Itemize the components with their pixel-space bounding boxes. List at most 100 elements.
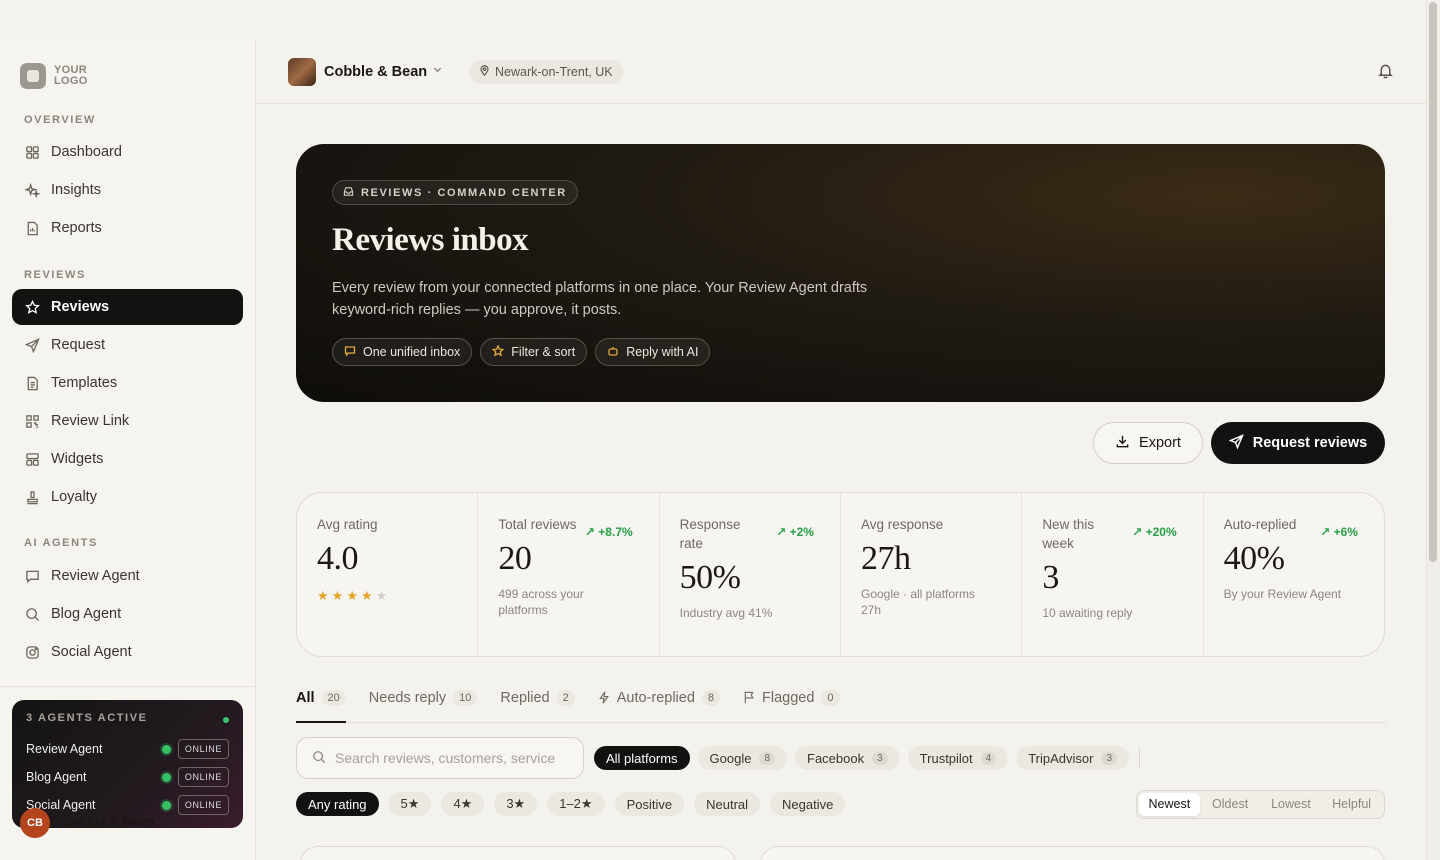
- sort-helpful[interactable]: Helpful: [1321, 793, 1382, 816]
- sidebar-item-blog-agent[interactable]: Blog Agent: [12, 596, 243, 632]
- filter-1-2-star[interactable]: 1–2★: [547, 792, 605, 816]
- scrollbar[interactable]: [1426, 0, 1440, 860]
- review-card[interactable]: [300, 846, 736, 860]
- camera-icon: [24, 644, 40, 660]
- sidebar-item-review-agent[interactable]: Review Agent: [12, 558, 243, 594]
- scrollbar-thumb[interactable]: [1429, 2, 1437, 562]
- online-dot-icon: [161, 744, 171, 754]
- widget-icon: [24, 451, 40, 467]
- request-label: Request reviews: [1252, 435, 1368, 451]
- filter-all-platforms[interactable]: All platforms: [594, 746, 690, 770]
- tab-all[interactable]: All 20: [296, 688, 346, 723]
- stat-new-this-week: New this week ↗ +20% 3 10 awaiting reply: [1022, 493, 1204, 656]
- review-card[interactable]: [760, 846, 1385, 860]
- filter-4-star[interactable]: 4★: [441, 792, 485, 816]
- stat-sub: Google · all platforms 27h: [860, 587, 976, 617]
- tab-needs-reply[interactable]: Needs reply 10: [369, 688, 478, 723]
- agents-status-card: 3 AGENTS ACTIVE Review Agent ONLINE Blog…: [12, 700, 243, 828]
- search-input[interactable]: [335, 750, 575, 766]
- filter-3-star[interactable]: 3★: [494, 792, 538, 816]
- stat-total-reviews: Total reviews ↗ +8.7% 20 499 across your…: [478, 493, 660, 656]
- tab-label: Flagged: [762, 690, 815, 706]
- pill-label: 4★: [453, 796, 473, 811]
- document-icon: [24, 375, 40, 391]
- stat-label: Avg rating: [317, 517, 378, 532]
- filter-5-star[interactable]: 5★: [388, 792, 432, 816]
- filter-any-rating[interactable]: Any rating: [296, 792, 379, 816]
- star-empty-icon: ★: [375, 588, 388, 603]
- tab-count: 2: [556, 690, 575, 706]
- filter-google[interactable]: Google 8: [697, 746, 788, 770]
- tab-count: 10: [453, 690, 478, 706]
- filter-neutral[interactable]: Neutral: [694, 792, 761, 816]
- filter-positive[interactable]: Positive: [614, 792, 685, 816]
- sidebar-item-review-link[interactable]: Review Link: [12, 403, 243, 439]
- stamp-icon: [24, 489, 40, 505]
- user-name[interactable]: Cobble & Bean: [62, 814, 154, 829]
- pill-label: TripAdvisor: [1028, 750, 1094, 766]
- chip-label: Reply with AI: [626, 345, 699, 359]
- logo[interactable]: YOUR LOGO: [20, 63, 88, 89]
- sort-newest[interactable]: Newest: [1139, 793, 1200, 816]
- online-dot-icon: [161, 800, 171, 810]
- request-reviews-button[interactable]: Request reviews: [1211, 422, 1385, 464]
- bell-icon[interactable]: [1377, 62, 1394, 84]
- business-name[interactable]: Cobble & Bean: [324, 64, 427, 80]
- stat-label: Response rate: [679, 517, 741, 551]
- sidebar-item-social-agent[interactable]: Social Agent: [12, 634, 243, 670]
- pill-count: 8: [759, 751, 776, 765]
- sidebar-item-label: Templates: [51, 375, 118, 391]
- sidebar-item-templates[interactable]: Templates: [12, 365, 243, 401]
- filter-facebook[interactable]: Facebook 3: [795, 746, 900, 770]
- agent-name: Social Agent: [26, 798, 96, 812]
- business-avatar[interactable]: [288, 58, 316, 86]
- logo-mark-icon: [20, 63, 46, 89]
- sidebar-item-insights[interactable]: Insights: [12, 172, 243, 208]
- pill-label: Negative: [782, 796, 834, 812]
- chip-label: One unified inbox: [363, 345, 461, 359]
- top-bar: Cobble & Bean Newark-on-Trent, UK: [256, 40, 1426, 104]
- sidebar: YOUR LOGO OVERVIEW Dashboard Insights Re…: [0, 40, 256, 860]
- chevron-down-icon[interactable]: [432, 64, 443, 78]
- sparkle-icon: [24, 182, 40, 198]
- stat-value: 50%: [679, 559, 741, 596]
- feature-chip-inbox[interactable]: One unified inbox: [332, 338, 473, 366]
- sidebar-item-widgets[interactable]: Widgets: [12, 441, 243, 477]
- stat-delta: ↗ +2%: [776, 525, 814, 539]
- agent-name: Blog Agent: [26, 770, 87, 784]
- sidebar-item-dashboard[interactable]: Dashboard: [12, 134, 243, 170]
- section-label-reviews: REVIEWS: [24, 269, 86, 281]
- filter-negative[interactable]: Negative: [770, 792, 846, 816]
- sort-oldest[interactable]: Oldest: [1200, 793, 1261, 816]
- sidebar-item-reviews[interactable]: Reviews: [12, 289, 243, 325]
- feature-chip-filter[interactable]: Filter & sort: [480, 338, 588, 366]
- avatar[interactable]: CB: [20, 808, 50, 838]
- sidebar-item-request[interactable]: Request: [12, 327, 243, 363]
- tab-replied[interactable]: Replied 2: [500, 688, 575, 723]
- sidebar-item-label: Request: [51, 337, 106, 353]
- sidebar-item-reports[interactable]: Reports: [12, 210, 243, 246]
- tab-flagged[interactable]: Flagged 0: [743, 688, 840, 723]
- star-icon: [492, 343, 505, 360]
- feature-chip-ai-reply[interactable]: Reply with AI: [595, 338, 711, 366]
- sidebar-divider: [0, 686, 255, 687]
- sidebar-item-label: Widgets: [51, 451, 104, 467]
- sidebar-item-loyalty[interactable]: Loyalty: [12, 479, 243, 515]
- send-icon: [1228, 433, 1244, 453]
- stat-avg-rating: Avg rating 4.0 ★ ★ ★ ★ ★: [297, 493, 479, 656]
- stats-panel: Avg rating 4.0 ★ ★ ★ ★ ★ Total reviews ↗…: [296, 492, 1385, 657]
- export-button[interactable]: Export: [1093, 422, 1203, 464]
- send-icon: [24, 337, 40, 353]
- sort-lowest[interactable]: Lowest: [1261, 793, 1322, 816]
- agent-row-social: Social Agent ONLINE: [26, 794, 229, 816]
- hero-banner: REVIEWS · COMMAND CENTER Reviews inbox E…: [296, 144, 1385, 402]
- arrow-up-right-icon: ↗: [1132, 525, 1143, 539]
- agent-row-blog: Blog Agent ONLINE: [26, 766, 229, 788]
- filter-tripadvisor[interactable]: TripAdvisor 3: [1016, 746, 1130, 770]
- location-label: Newark-on-Trent, UK: [495, 65, 613, 79]
- chat-icon: [344, 345, 356, 360]
- stat-value: 4.0: [317, 540, 359, 577]
- tab-auto-replied[interactable]: Auto-replied 8: [598, 688, 721, 723]
- filter-trustpilot[interactable]: Trustpilot 4: [907, 746, 1009, 770]
- location-pill[interactable]: Newark-on-Trent, UK: [469, 60, 623, 84]
